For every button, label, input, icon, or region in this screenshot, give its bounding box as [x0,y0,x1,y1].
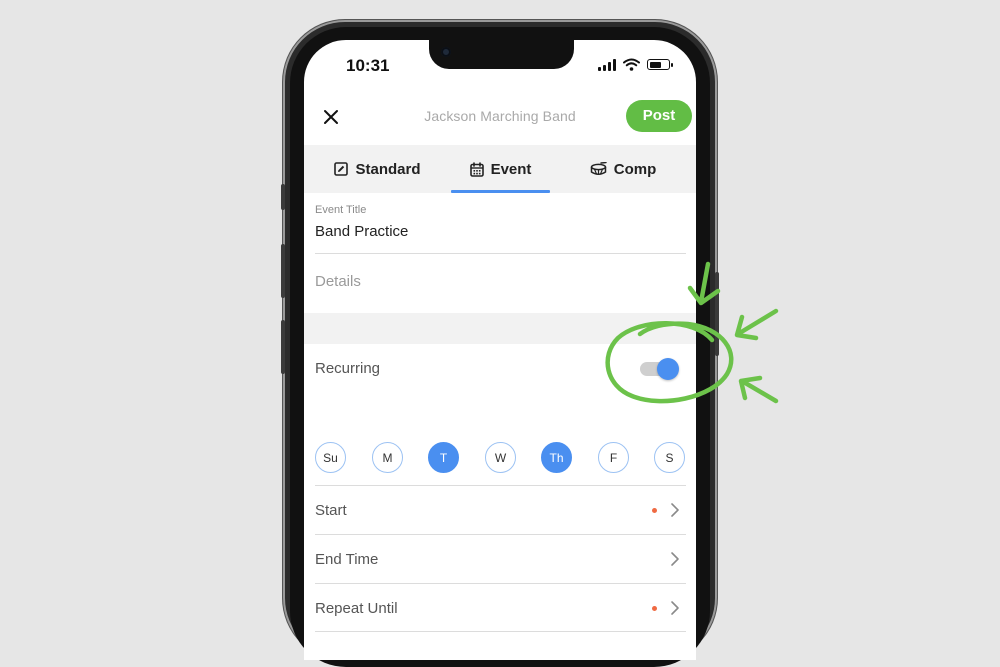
tab-comp[interactable]: Comp [550,145,696,193]
divider [315,631,686,632]
volume-up-button [281,244,285,298]
day-button-t[interactable]: T [428,442,459,473]
details-input[interactable]: Details [315,273,361,290]
chevron-right-icon [671,552,679,566]
tab-standard-label: Standard [355,160,421,178]
weekday-picker: Su M T W Th F S [315,442,687,476]
start-label: Start [315,502,347,519]
event-title-input[interactable]: Band Practice [315,223,408,240]
drum-icon [590,162,607,175]
day-button-f[interactable]: F [598,442,629,473]
arrow-right [734,308,779,341]
tab-comp-label: Comp [613,160,657,178]
divider [315,253,686,254]
silent-switch [281,184,285,210]
recurring-toggle[interactable] [640,358,679,380]
phone-screen: 10:31 Jackson Marching Band Post Standar… [304,40,696,660]
day-button-w[interactable]: W [485,442,516,473]
end-time-label: End Time [315,551,379,568]
day-button-s[interactable]: S [654,442,685,473]
day-button-m[interactable]: M [372,442,403,473]
tab-standard[interactable]: Standard [304,145,451,193]
battery-icon [647,59,673,70]
tab-event-label: Event [490,160,532,178]
event-title-label: Event Title [315,204,367,216]
edit-icon [334,162,349,176]
toggle-knob [657,358,679,380]
status-icons [598,58,673,71]
start-row[interactable]: Start [304,486,696,534]
recurring-label: Recurring [315,360,381,377]
day-button-th[interactable]: Th [541,442,572,473]
volume-down-button [281,320,285,374]
calendar-icon [469,161,484,177]
end-time-row[interactable]: End Time [304,535,696,583]
camera-icon [441,47,451,57]
repeat-until-row[interactable]: Repeat Until [304,584,696,632]
compose-header: Jackson Marching Band Post [304,99,696,145]
signal-icon [598,58,616,71]
active-tab-indicator [451,190,550,193]
required-indicator [652,606,657,611]
post-button[interactable]: Post [626,99,692,132]
post-type-tabs: Standard Event Comp [304,145,696,193]
day-button-su[interactable]: Su [315,442,346,473]
arrow-bottom [738,375,779,404]
notch [429,40,574,69]
required-indicator [652,508,657,513]
tab-event[interactable]: Event [451,145,550,193]
battery-level [649,61,661,68]
power-button [715,272,719,356]
wifi-icon [623,58,640,71]
chevron-right-icon [671,503,679,517]
section-spacer [304,313,696,344]
chevron-right-icon [671,601,679,615]
status-time: 10:31 [346,56,390,75]
